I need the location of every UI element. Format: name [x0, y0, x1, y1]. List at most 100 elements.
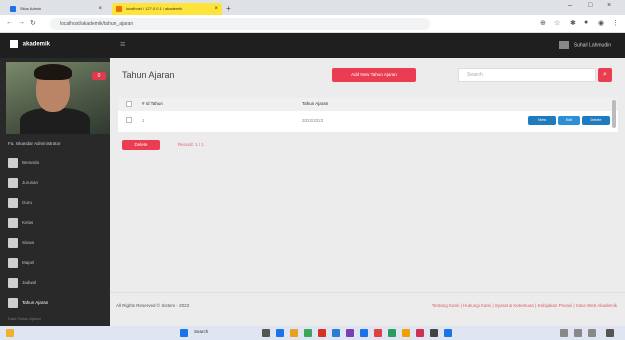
sidebar-item-label: Jadwal — [22, 280, 37, 285]
os-taskbar: Search — [0, 326, 625, 340]
avatar — [559, 41, 570, 49]
sidebar-item-beranda[interactable]: Beranda — [8, 154, 108, 172]
weather-icon[interactable] — [6, 329, 14, 337]
sidebar-item-kelas[interactable]: Kelas — [8, 214, 108, 232]
profile-icon[interactable]: ● — [584, 19, 588, 26]
select-all-checkbox[interactable] — [126, 101, 132, 107]
back-icon[interactable]: ← — [6, 19, 13, 26]
sidebar-item-guru[interactable]: Guru — [8, 194, 108, 212]
page-title: Tahun Ajaran — [122, 70, 175, 80]
app-icon[interactable] — [346, 329, 354, 337]
hamburger-icon[interactable]: ≡ — [120, 39, 125, 49]
calendar-icon — [8, 178, 18, 188]
home-icon — [8, 158, 18, 168]
column-header[interactable]: # Id Tahun — [142, 101, 163, 106]
chrome-icon[interactable] — [304, 329, 312, 337]
taskbar-search[interactable]: Search — [194, 329, 208, 334]
row-checkbox[interactable] — [126, 117, 132, 123]
logo-icon — [10, 40, 18, 48]
start-icon[interactable] — [180, 329, 188, 337]
sidebar-item-label: Guru — [22, 200, 33, 205]
sidebar-item-tahun-ajaran[interactable]: Tahun Ajaran — [8, 294, 108, 312]
search-icon: ⌕ — [603, 71, 607, 78]
app-icon[interactable] — [416, 329, 424, 337]
calendar-icon — [8, 278, 18, 288]
zoom-icon[interactable]: ⊕ — [540, 19, 546, 27]
volume-icon[interactable] — [588, 329, 596, 337]
page-footer: All Rights Reserved © Sistem - 2023 Tent… — [110, 292, 625, 326]
sidebar-footer-text: Data Tahun Ajaran — [8, 316, 41, 321]
record-info: Record: 1 / 1 — [178, 142, 204, 147]
app-icon[interactable] — [360, 329, 368, 337]
status-badge[interactable]: 0 — [92, 72, 106, 80]
app-icon[interactable] — [332, 329, 340, 337]
cell-id: 1 — [142, 118, 145, 123]
edge-icon[interactable] — [276, 329, 284, 337]
brand-name: akademik — [22, 41, 51, 48]
browser-tab-active[interactable]: localhost / 127.0.0.1 / akademik × — [112, 3, 222, 15]
minimize-icon[interactable]: – — [568, 2, 572, 9]
forward-icon[interactable]: → — [18, 19, 25, 26]
search-button[interactable]: ⌕ — [598, 68, 612, 82]
app-icon[interactable] — [388, 329, 396, 337]
brand-logo[interactable]: akademik — [10, 40, 50, 48]
app-icon[interactable] — [374, 329, 382, 337]
browser-tab[interactable]: Situs Admin × — [6, 3, 106, 15]
delete-button[interactable]: Delete — [582, 116, 610, 125]
add-tahun-ajaran-button[interactable]: Add New Tahun Ajaran — [332, 68, 416, 82]
browser-tab-bar: Situs Admin × localhost / 127.0.0.1 / ak… — [0, 0, 625, 15]
maximize-icon[interactable]: □ — [588, 2, 592, 9]
view-button[interactable]: View — [528, 116, 556, 125]
new-tab-button[interactable]: + — [226, 3, 231, 15]
tab-favicon-icon — [10, 6, 16, 12]
task-view-icon[interactable] — [262, 329, 270, 337]
user-menu[interactable]: Suhail Lahmudin — [559, 41, 611, 49]
search-input[interactable]: Search — [458, 68, 596, 82]
sidebar-item-mapel[interactable]: Mapel — [8, 254, 108, 272]
sidebar-item-label: Jurusan — [22, 180, 39, 185]
close-tab-icon[interactable]: × — [98, 3, 102, 15]
calendar-icon — [8, 298, 18, 308]
browser-menu-icon[interactable]: ⋮ — [612, 19, 619, 27]
main-content: Tahun Ajaran Add New Tahun Ajaran Search… — [110, 58, 625, 326]
clock-icon[interactable] — [606, 329, 614, 337]
close-window-icon[interactable]: × — [607, 2, 611, 9]
column-header[interactable]: Tahun Ajaran — [302, 101, 328, 106]
tab-title: localhost / 127.0.0.1 / akademik — [126, 6, 183, 11]
url-field[interactable]: localhost/akademik/tahun_ajaran — [50, 18, 430, 30]
app-icon[interactable] — [430, 329, 438, 337]
folder-icon[interactable] — [290, 329, 298, 337]
calendar-icon — [8, 218, 18, 228]
sidebar-item-siswa[interactable]: Siswa — [8, 234, 108, 252]
copyright-text: All Rights Reserved © Sistem - 2023 — [116, 303, 190, 308]
sidebar-item-jadwal[interactable]: Jadwal — [8, 274, 108, 292]
edit-button[interactable]: Edit — [558, 116, 580, 125]
sidebar-item-label: Kelas — [22, 220, 34, 225]
tab-title: Situs Admin — [20, 6, 42, 11]
browser-account-icon[interactable]: ◉ — [598, 19, 604, 27]
app-top-navbar: akademik ≡ Suhail Lahmudin — [0, 33, 625, 58]
bookmark-star-icon[interactable]: ☆ — [554, 19, 560, 27]
calendar-icon — [8, 258, 18, 268]
app-icon[interactable] — [444, 329, 452, 337]
table-scrollbar[interactable] — [612, 100, 616, 128]
footer-links[interactable]: Tentang Kami | Hubungi Kami | Syarat & K… — [432, 303, 617, 308]
app-icon[interactable] — [318, 329, 326, 337]
wifi-icon[interactable] — [574, 329, 582, 337]
user-name: Suhail Lahmudin — [573, 42, 611, 49]
sidebar-item-label: Siswa — [22, 240, 35, 245]
close-tab-icon[interactable]: × — [214, 3, 218, 15]
sidebar-item-jurusan[interactable]: Jurusan — [8, 174, 108, 192]
app-icon[interactable] — [402, 329, 410, 337]
calendar-icon — [8, 238, 18, 248]
system-tray-icon[interactable] — [560, 329, 568, 337]
sidebar-item-label: Beranda — [22, 160, 40, 165]
extensions-icon[interactable]: ✱ — [570, 19, 576, 27]
tab-favicon-icon — [116, 6, 122, 12]
person-icon — [8, 198, 18, 208]
bulk-delete-button[interactable]: Delete — [122, 140, 160, 150]
sidebar-user-name: Fa. Iskandar Administrator — [8, 141, 61, 146]
reload-icon[interactable]: ↻ — [30, 19, 36, 27]
profile-photo: 0 — [6, 62, 110, 134]
data-table: # Id Tahun Tahun Ajaran 1 2022/2023 View… — [118, 98, 618, 132]
